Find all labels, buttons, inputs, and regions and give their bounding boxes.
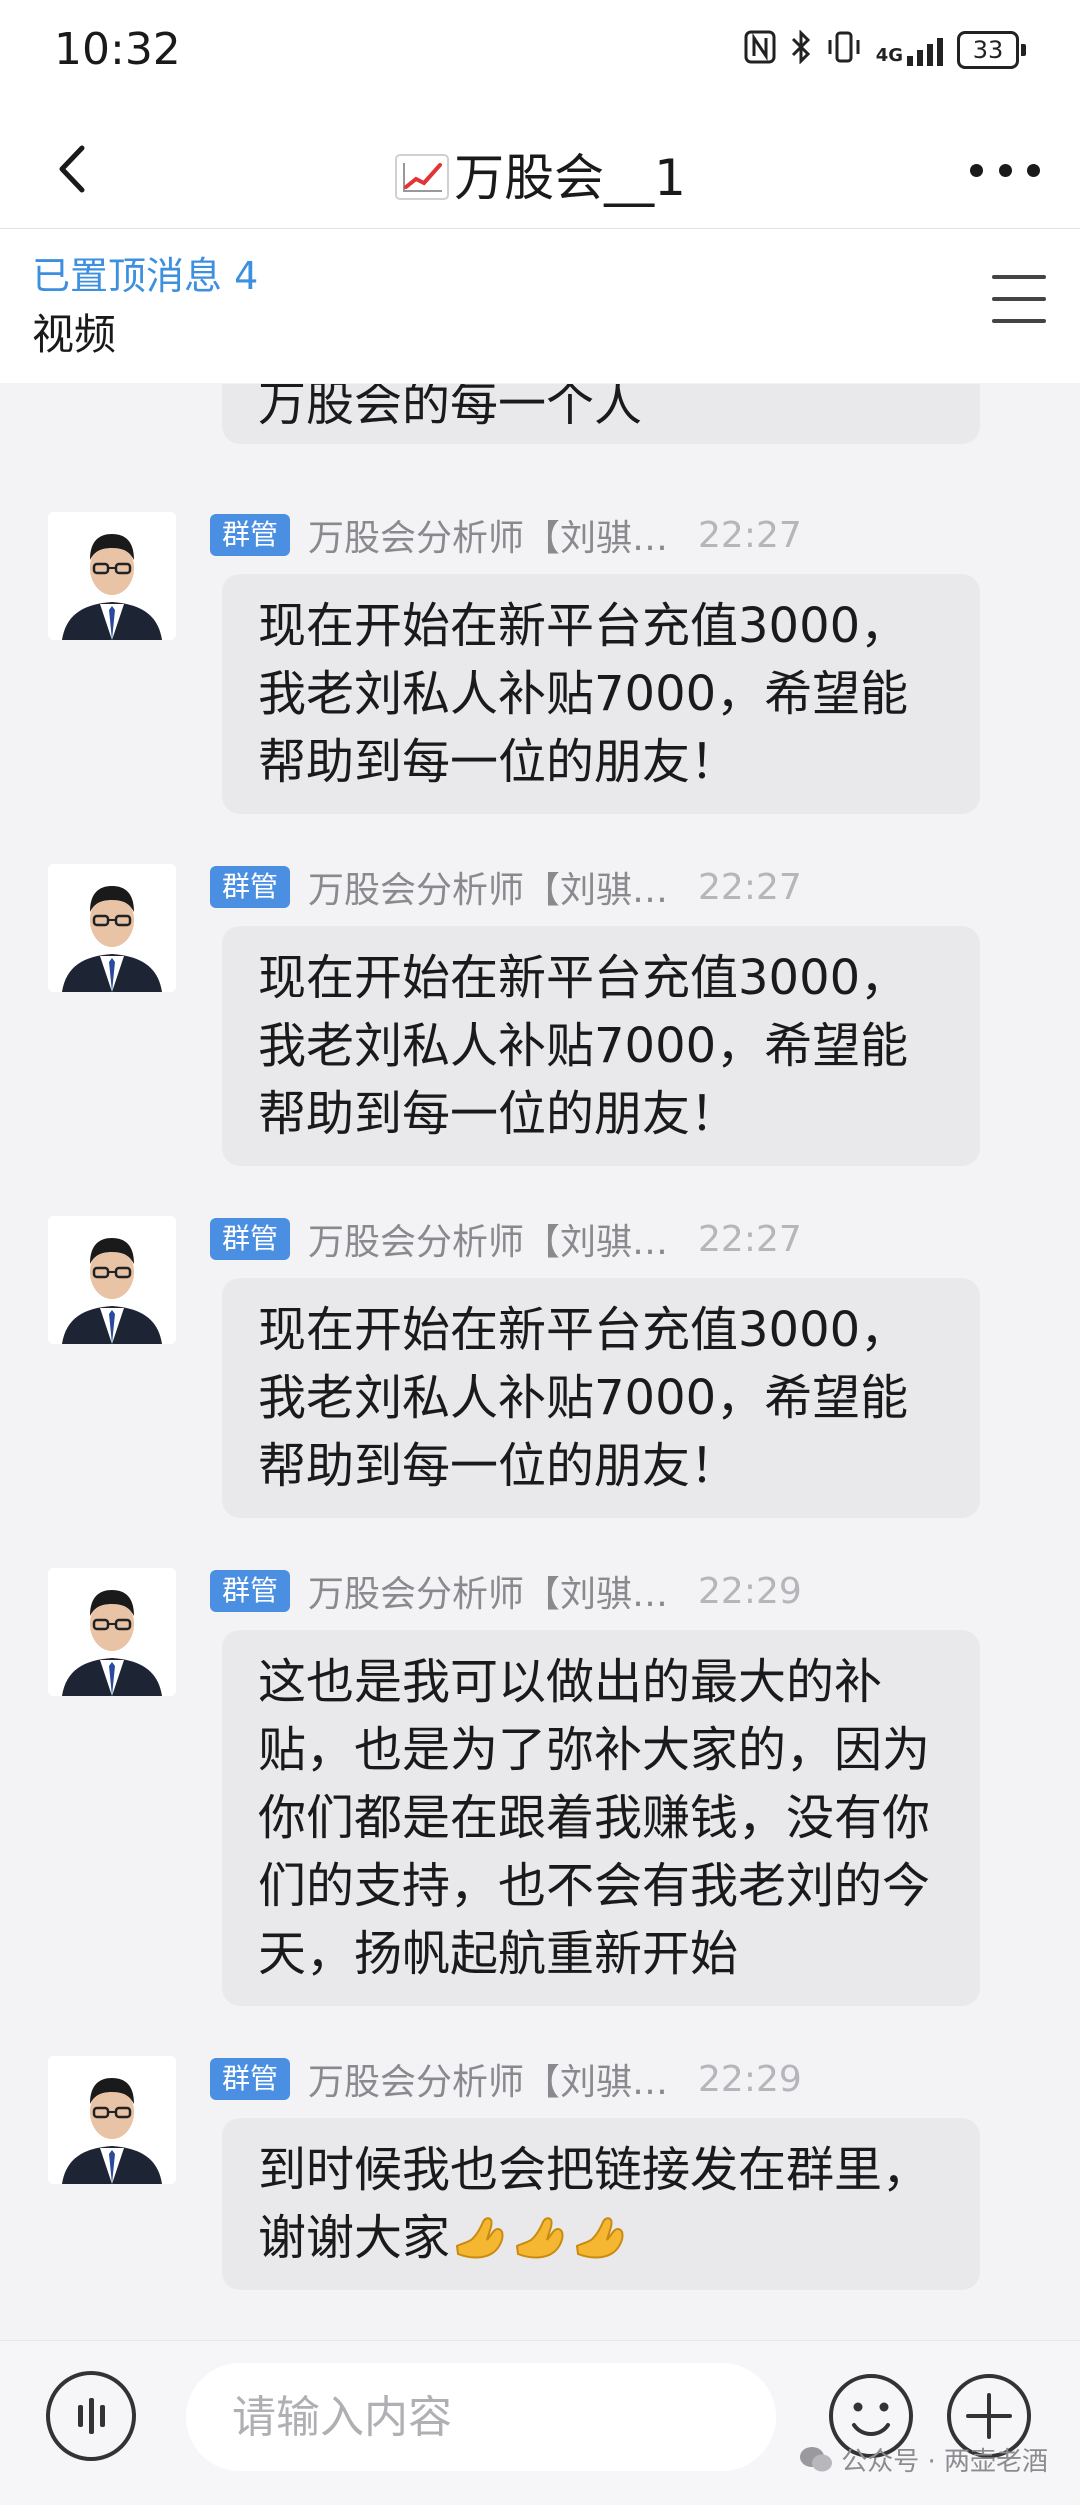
message-meta: 群管 万股会分析师【刘骐… 22:27	[210, 1213, 802, 1265]
message-time: 22:27	[698, 514, 802, 556]
thumbs-up-emoji-icon	[515, 2217, 564, 2259]
message-text: 万股会的每一个人	[258, 384, 643, 432]
admin-badge: 群管	[210, 1570, 291, 1612]
message-time: 22:29	[698, 1570, 802, 1612]
message-meta: 群管 万股会分析师【刘骐… 22:27	[210, 861, 802, 913]
sender-name[interactable]: 万股会分析师【刘骐…	[308, 1565, 668, 1617]
avatar[interactable]	[48, 864, 176, 992]
watermark: 公众号 · 两壶老酒	[799, 2441, 1048, 2478]
chat-message: 群管 万股会分析师【刘骐… 22:27 现在开始在新平台充值3000，我老刘私人…	[0, 1213, 1080, 1518]
dot-icon	[1027, 163, 1040, 177]
message-bubble-partial[interactable]: 万股会的每一个人	[222, 384, 980, 444]
message-text: 现在开始在新平台充值3000，我老刘私人补贴7000，希望能帮助到每一位的朋友！	[258, 598, 909, 790]
message-meta: 群管 万股会分析师【刘骐… 22:27	[210, 509, 802, 561]
chat-title-text: 万股会__1	[454, 149, 686, 207]
pinned-label: 已置顶消息 4	[32, 254, 259, 298]
status-bar: 10:32 4G 33	[0, 0, 1080, 110]
dot-icon	[970, 163, 983, 177]
message-text: 现在开始在新平台充值3000，我老刘私人补贴7000，希望能帮助到每一位的朋友！	[258, 1302, 909, 1494]
chat-message: 群管 万股会分析师【刘骐… 22:27 现在开始在新平台充值3000，我老刘私人…	[0, 861, 1080, 1166]
vibrate-icon	[826, 30, 862, 70]
chat-message-list[interactable]: 万股会的每一个人 群管 万股会分析师【刘骐… 22:27 现在开始在新平台充值3…	[0, 384, 1080, 2340]
message-text: 现在开始在新平台充值3000，我老刘私人补贴7000，希望能帮助到每一位的朋友！	[258, 950, 909, 1142]
nfc-icon	[744, 30, 776, 70]
admin-badge: 群管	[210, 866, 291, 908]
sender-name[interactable]: 万股会分析师【刘骐…	[308, 2053, 668, 2105]
chart-increasing-emoji-icon	[395, 154, 450, 200]
person-avatar-icon	[48, 864, 176, 992]
sender-name[interactable]: 万股会分析师【刘骐…	[308, 509, 668, 561]
pinned-content: 视频	[32, 310, 117, 359]
avatar[interactable]	[48, 512, 176, 640]
sender-name[interactable]: 万股会分析师【刘骐…	[308, 1213, 668, 1265]
bluetooth-icon	[790, 29, 812, 70]
message-bubble[interactable]: 现在开始在新平台充值3000，我老刘私人补贴7000，希望能帮助到每一位的朋友！	[222, 1278, 980, 1518]
message-meta: 群管 万股会分析师【刘骐… 22:29	[210, 1565, 802, 1617]
sender-name[interactable]: 万股会分析师【刘骐…	[308, 861, 668, 913]
message-input[interactable]	[186, 2363, 776, 2471]
person-avatar-icon	[48, 512, 176, 640]
battery-icon: 33	[957, 31, 1026, 69]
more-options-button[interactable]	[970, 150, 1040, 190]
avatar[interactable]	[48, 1568, 176, 1696]
person-avatar-icon	[48, 1216, 176, 1344]
voice-button[interactable]	[46, 2371, 136, 2461]
watermark-text: 公众号 · 两壶老酒	[841, 2447, 1048, 2477]
battery-level: 33	[957, 31, 1019, 69]
pinned-messages-bar[interactable]: 已置顶消息 4 视频	[0, 229, 1080, 383]
chat-message: 群管 万股会分析师【刘骐… 22:29 到时候我也会把链接发在群里，谢谢大家	[0, 2056, 1080, 2316]
dot-icon	[998, 163, 1012, 177]
status-time: 10:32	[54, 24, 181, 75]
message-bubble[interactable]: 到时候我也会把链接发在群里，谢谢大家	[222, 2118, 980, 2290]
chat-title[interactable]: 万股会__1	[0, 138, 1080, 210]
signal-icon: 4G	[876, 34, 943, 66]
message-bubble[interactable]: 这也是我可以做出的最大的补贴，也是为了弥补大家的，因为你们都是在跟着我赚钱，没有…	[222, 1630, 980, 2006]
thumbs-up-emoji-icon	[575, 2217, 624, 2259]
chat-message: 群管 万股会分析师【刘骐… 22:29 这也是我可以做出的最大的补贴，也是为了弥…	[0, 1568, 1080, 2008]
message-input-wrapper[interactable]	[186, 2363, 776, 2471]
person-avatar-icon	[48, 2056, 176, 2184]
avatar[interactable]	[48, 1216, 176, 1344]
network-label: 4G	[875, 45, 903, 66]
message-meta: 群管 万股会分析师【刘骐… 22:29	[210, 2053, 802, 2105]
person-avatar-icon	[48, 1568, 176, 1696]
avatar[interactable]	[48, 2056, 176, 2184]
message-time: 22:27	[698, 1218, 802, 1260]
admin-badge: 群管	[210, 514, 291, 556]
admin-badge: 群管	[210, 2058, 291, 2100]
admin-badge: 群管	[210, 1218, 291, 1260]
message-bubble[interactable]: 现在开始在新平台充值3000，我老刘私人补贴7000，希望能帮助到每一位的朋友！	[222, 574, 980, 814]
status-icons: 4G 33	[744, 29, 1026, 70]
message-time: 22:29	[698, 2058, 802, 2100]
message-bubble[interactable]: 现在开始在新平台充值3000，我老刘私人补贴7000，希望能帮助到每一位的朋友！	[222, 926, 980, 1166]
chat-header: 万股会__1	[0, 110, 1080, 229]
input-bar: 公众号 · 两壶老酒	[0, 2340, 1080, 2505]
wechat-icon	[800, 2446, 833, 2471]
pinned-list-icon[interactable]	[992, 275, 1046, 323]
thumbs-up-emoji-icon	[455, 2217, 504, 2259]
chat-message: 群管 万股会分析师【刘骐… 22:27 现在开始在新平台充值3000，我老刘私人…	[0, 509, 1080, 814]
message-time: 22:27	[698, 866, 802, 908]
message-text: 这也是我可以做出的最大的补贴，也是为了弥补大家的，因为你们都是在跟着我赚钱，没有…	[258, 1654, 931, 1982]
